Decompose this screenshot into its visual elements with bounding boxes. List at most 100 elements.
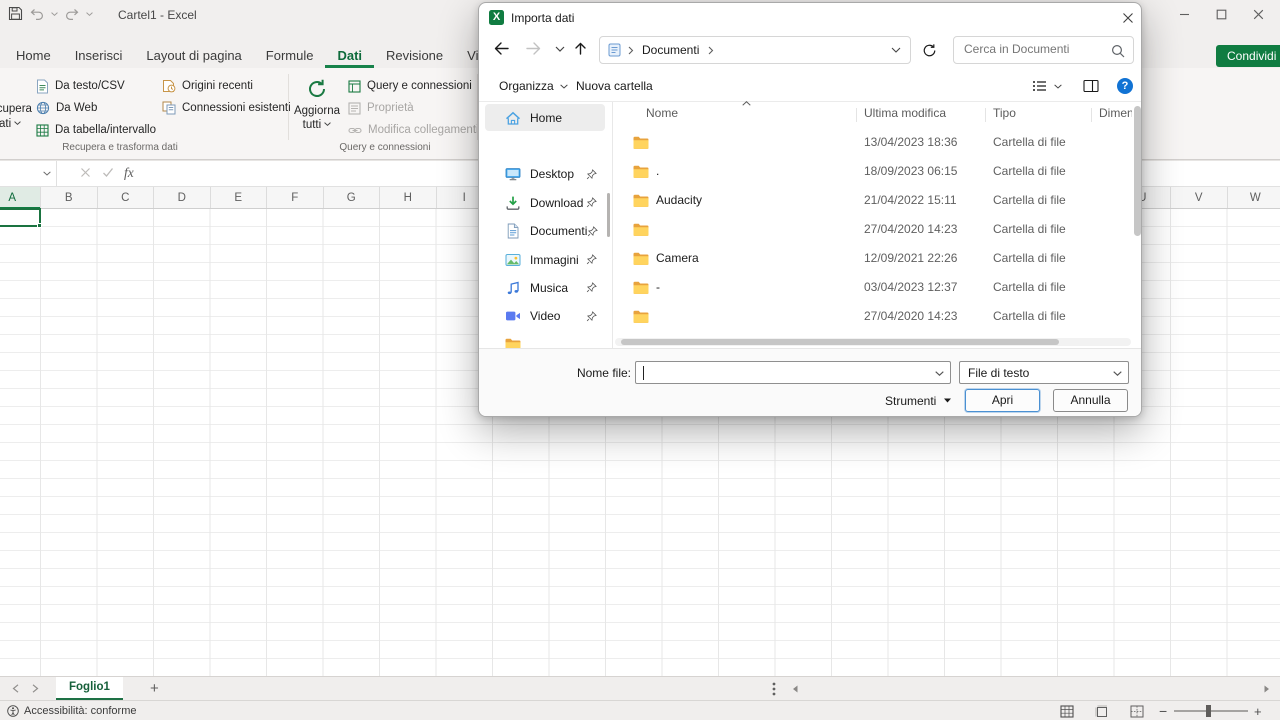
- address-dropdown-icon[interactable]: [891, 47, 901, 53]
- file-row[interactable]: 13/04/2023 18:36Cartella di file: [613, 128, 1133, 157]
- breadcrumb-segment[interactable]: Documenti: [642, 43, 699, 57]
- preview-pane-button[interactable]: [1083, 74, 1099, 98]
- sidebar-item-unnamed[interactable]: [485, 132, 605, 159]
- column-header-dimensione[interactable]: Dimensione: [1099, 106, 1132, 120]
- list-horizontal-scrollbar[interactable]: [615, 338, 1131, 346]
- view-options-button[interactable]: [1032, 74, 1062, 98]
- column-header-D[interactable]: D: [154, 187, 211, 209]
- sheet-tab-foglio1[interactable]: Foglio1: [56, 677, 123, 700]
- queries-connections-button[interactable]: Query e connessioni: [348, 76, 472, 96]
- zoom-slider-thumb[interactable]: [1206, 705, 1211, 717]
- accessibility-icon: [7, 705, 19, 717]
- close-window-icon[interactable]: [1253, 9, 1264, 20]
- address-bar[interactable]: Documenti: [599, 36, 911, 64]
- ribbon-tab-dati[interactable]: Dati: [325, 44, 374, 68]
- zoom-in-button[interactable]: +: [1254, 701, 1262, 720]
- view-page-layout-icon[interactable]: [1095, 701, 1109, 720]
- selected-cell-a1[interactable]: [0, 208, 41, 227]
- file-row[interactable]: Camera12/09/2021 22:26Cartella di file: [613, 244, 1133, 273]
- view-normal-icon[interactable]: [1060, 701, 1074, 720]
- zoom-slider[interactable]: [1174, 710, 1248, 712]
- column-header-E[interactable]: E: [211, 187, 268, 209]
- ribbon-tab-inserisci[interactable]: Inserisci: [63, 44, 135, 68]
- column-header-H[interactable]: H: [380, 187, 437, 209]
- add-sheet-button[interactable]: +: [150, 680, 159, 697]
- maximize-icon[interactable]: [1216, 9, 1227, 20]
- filetype-select[interactable]: File di testo: [959, 361, 1129, 384]
- file-row[interactable]: -03/04/2023 12:37Cartella di file: [613, 273, 1133, 302]
- list-horizontal-scrollbar-thumb[interactable]: [621, 339, 1059, 345]
- fill-handle[interactable]: [37, 223, 42, 228]
- search-input[interactable]: [964, 42, 1104, 56]
- zoom-out-button[interactable]: −: [1159, 701, 1167, 720]
- column-header-C[interactable]: C: [98, 187, 155, 209]
- view-page-break-icon[interactable]: [1130, 701, 1144, 720]
- ribbon-tab-revisione[interactable]: Revisione: [374, 44, 455, 68]
- file-modified: 03/04/2023 12:37: [864, 280, 957, 294]
- hscroll-right-icon[interactable]: [1264, 685, 1270, 693]
- breadcrumb-chevron-icon[interactable]: [708, 46, 714, 55]
- ribbon-tab-formule[interactable]: Formule: [254, 44, 326, 68]
- sidebar-item-desktop[interactable]: Desktop: [485, 161, 605, 188]
- cancel-button[interactable]: Annulla: [1053, 389, 1128, 412]
- recent-sources-button[interactable]: Origini recenti: [162, 76, 253, 96]
- sidebar-scrollbar-thumb[interactable]: [607, 193, 610, 237]
- column-header-F[interactable]: F: [267, 187, 324, 209]
- undo-icon[interactable]: [30, 8, 44, 20]
- undo-dropdown-icon[interactable]: [51, 12, 58, 16]
- folder-icon: [633, 223, 649, 236]
- filename-input[interactable]: [642, 365, 932, 379]
- ribbon-tab-home[interactable]: Home: [4, 44, 63, 68]
- sidebar-item-musica[interactable]: Musica: [485, 274, 605, 301]
- minimize-icon[interactable]: [1179, 9, 1190, 20]
- sheet-more-icon[interactable]: [772, 682, 776, 696]
- column-header-B[interactable]: B: [41, 187, 98, 209]
- search-box[interactable]: [953, 36, 1134, 64]
- help-button[interactable]: ?: [1117, 74, 1133, 98]
- properties-button[interactable]: Proprietà: [348, 98, 414, 118]
- redo-icon[interactable]: [65, 8, 79, 20]
- redo-dropdown-icon[interactable]: [86, 12, 93, 16]
- column-header-G[interactable]: G: [324, 187, 381, 209]
- tools-button[interactable]: Strumenti: [885, 389, 951, 412]
- dialog-close-button[interactable]: [1113, 3, 1142, 32]
- save-icon[interactable]: [8, 6, 23, 21]
- sidebar-item-immagini[interactable]: Immagini: [485, 246, 605, 273]
- column-header-W[interactable]: W: [1228, 187, 1280, 209]
- insert-function-icon[interactable]: fx: [124, 165, 134, 181]
- file-row[interactable]: 27/04/2020 14:23Cartella di file: [613, 215, 1133, 244]
- edit-links-button[interactable]: Modifica collegamenti: [348, 120, 479, 140]
- chevron-down-icon[interactable]: [935, 371, 944, 376]
- from-text-csv-button[interactable]: Da testo/CSV: [36, 76, 125, 96]
- column-header-nome[interactable]: Nome: [646, 106, 678, 120]
- refresh-icon[interactable]: [922, 43, 937, 58]
- accessibility-status[interactable]: Accessibilità: conforme: [24, 705, 137, 717]
- confirm-entry-icon[interactable]: [102, 167, 114, 178]
- column-header-A[interactable]: A: [0, 187, 41, 209]
- name-box[interactable]: [0, 161, 57, 187]
- name-box-dropdown-icon[interactable]: [43, 171, 51, 176]
- column-header-V[interactable]: V: [1171, 187, 1228, 209]
- hscroll-left-icon[interactable]: [792, 685, 798, 693]
- cancel-entry-icon[interactable]: [80, 167, 91, 178]
- sheet-nav-right-icon[interactable]: [32, 684, 39, 693]
- sidebar-item-video[interactable]: Video: [485, 303, 605, 330]
- sidebar-item-documenti[interactable]: Documenti: [485, 218, 605, 245]
- sheet-nav-left-icon[interactable]: [12, 684, 19, 693]
- file-row[interactable]: Audacity21/04/2022 15:11Cartella di file: [613, 186, 1133, 215]
- filename-combobox[interactable]: [635, 361, 951, 384]
- sidebar-item-download[interactable]: Download: [485, 189, 605, 216]
- horizontal-scrollbar[interactable]: [806, 677, 1280, 701]
- existing-connections-button[interactable]: Connessioni esistenti: [162, 98, 291, 118]
- sidebar-item-home[interactable]: Home: [485, 104, 605, 131]
- from-web-button[interactable]: Da Web: [36, 98, 97, 118]
- share-button[interactable]: Condividi: [1216, 45, 1280, 67]
- open-button[interactable]: Apri: [965, 389, 1040, 412]
- column-header-tipo[interactable]: Tipo: [993, 106, 1016, 120]
- list-vertical-scrollbar-thumb[interactable]: [1134, 106, 1141, 236]
- file-row[interactable]: 27/04/2020 14:23Cartella di file: [613, 302, 1133, 331]
- from-table-button[interactable]: Da tabella/intervallo: [36, 120, 156, 140]
- file-row[interactable]: .18/09/2023 06:15Cartella di file: [613, 157, 1133, 186]
- column-header-ultima-modifica[interactable]: Ultima modifica: [864, 106, 946, 120]
- ribbon-tab-layout-di-pagina[interactable]: Layout di pagina: [134, 44, 253, 68]
